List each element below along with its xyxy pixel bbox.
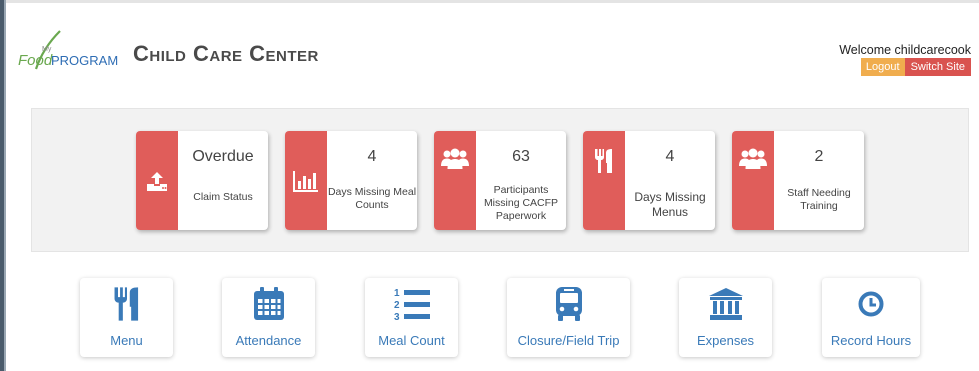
tile-label: Closure/Field Trip [517, 333, 620, 348]
meal-count-tile[interactable]: 1 2 3 Meal Count [365, 278, 458, 357]
tile-label: Expenses [696, 333, 755, 348]
svg-text:PROGRAM: PROGRAM [51, 53, 118, 68]
menu-tile[interactable]: Menu [80, 278, 173, 357]
card-value: 4 [367, 148, 377, 165]
svg-text:Food: Food [18, 52, 53, 69]
group-icon [434, 131, 476, 230]
tile-label: Record Hours [830, 333, 912, 348]
fork-knife-icon [80, 285, 173, 323]
logout-button[interactable]: Logout [860, 58, 905, 76]
claim-status-card[interactable]: Overdue Claim Status [136, 131, 268, 230]
group-icon [732, 131, 774, 230]
card-body: Overdue Claim Status [178, 131, 268, 230]
participants-paperwork-card[interactable]: 63 Participants Missing CACFP Paperwork [434, 131, 566, 230]
card-label: Claim Status [193, 191, 253, 203]
page-title: Child Care Center [133, 41, 319, 66]
meal-counts-card[interactable]: 4 Days Missing Meal Counts [285, 131, 417, 230]
card-body: 63 Participants Missing CACFP Paperwork [476, 131, 566, 230]
card-label: Days Missing Meal Counts [327, 186, 417, 211]
missing-menus-card[interactable]: 4 Days Missing Menus [583, 131, 715, 230]
tile-label: Meal Count [378, 333, 445, 348]
card-value: 2 [814, 148, 824, 165]
card-label: Participants Missing CACFP Paperwork [483, 184, 559, 222]
card-value: Overdue [192, 148, 254, 165]
bus-icon [507, 285, 630, 323]
calendar-icon [222, 285, 315, 323]
card-value: 4 [665, 148, 675, 165]
bar-chart-icon [285, 131, 327, 230]
card-value: 63 [512, 148, 530, 165]
svg-text:1: 1 [394, 288, 400, 299]
card-label: Staff Needing Training [787, 187, 851, 212]
card-body: 4 Days Missing Menus [625, 131, 715, 230]
svg-text:3: 3 [394, 312, 400, 322]
clock-icon [822, 285, 920, 323]
switch-site-button[interactable]: Switch Site [904, 58, 971, 76]
header: My Food PROGRAM Child Care Center Welcom… [6, 3, 979, 95]
staff-training-card[interactable]: 2 Staff Needing Training [732, 131, 864, 230]
app-logo[interactable]: My Food PROGRAM [18, 29, 128, 73]
card-label: Days Missing Menus [634, 190, 706, 219]
header-buttons: Logout Switch Site [860, 58, 971, 76]
numbered-list-icon: 1 2 3 [365, 285, 458, 323]
upload-icon [136, 131, 178, 230]
tile-label: Menu [110, 333, 143, 348]
fork-knife-icon [583, 131, 625, 230]
card-body: 4 Days Missing Meal Counts [327, 131, 417, 230]
welcome-text: Welcome childcarecook [839, 43, 971, 57]
card-body: 2 Staff Needing Training [774, 131, 864, 230]
record-hours-tile[interactable]: Record Hours [822, 278, 920, 357]
tile-label: Attendance [235, 333, 302, 348]
bank-icon [679, 285, 772, 323]
closure-field-trip-tile[interactable]: Closure/Field Trip [507, 278, 630, 357]
expenses-tile[interactable]: Expenses [679, 278, 772, 357]
attendance-tile[interactable]: Attendance [222, 278, 315, 357]
svg-text:2: 2 [394, 300, 400, 311]
